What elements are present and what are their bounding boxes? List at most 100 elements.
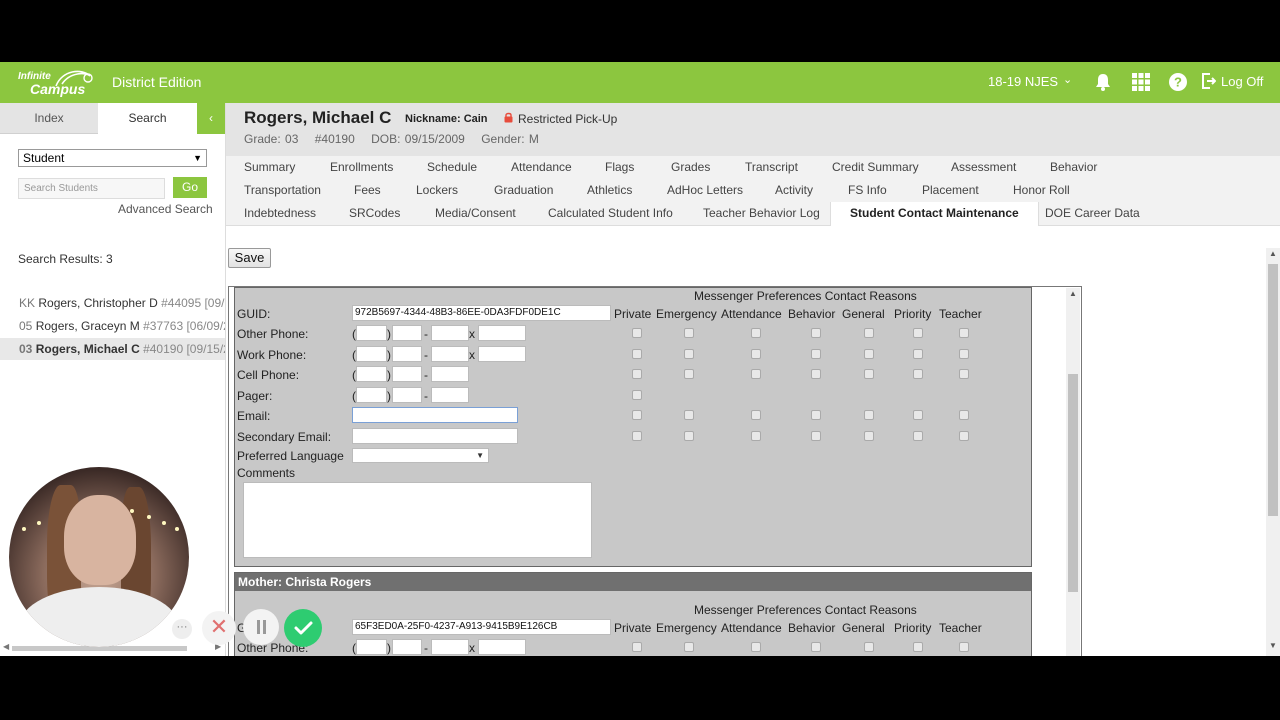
contact-reason-checkbox[interactable]	[864, 431, 874, 441]
bell-icon[interactable]	[1093, 72, 1113, 92]
tab-adhoc-letters[interactable]: AdHoc Letters	[667, 179, 743, 202]
tab-athletics[interactable]: Athletics	[587, 179, 632, 202]
tab-enrollments[interactable]: Enrollments	[330, 156, 393, 179]
recorder-finish-button[interactable]	[284, 609, 322, 647]
contact-reason-checkbox[interactable]	[751, 328, 761, 338]
contact-reason-checkbox[interactable]	[684, 410, 694, 420]
contact-reason-checkbox[interactable]	[751, 431, 761, 441]
contact-reason-checkbox[interactable]	[864, 642, 874, 652]
tab-fs-info[interactable]: FS Info	[848, 179, 887, 202]
tab-placement[interactable]: Placement	[922, 179, 979, 202]
tab-media-consent[interactable]: Media/Consent	[435, 202, 516, 225]
work-phone-prefix-input[interactable]	[392, 346, 422, 362]
contact-reason-checkbox[interactable]	[632, 431, 642, 441]
scroll-up-icon[interactable]: ▲	[1269, 249, 1277, 258]
contact-reason-checkbox[interactable]	[864, 410, 874, 420]
contact-reason-checkbox[interactable]	[684, 349, 694, 359]
tab-search[interactable]: Search	[98, 103, 197, 135]
tab-transcript[interactable]: Transcript	[745, 156, 798, 179]
advanced-search-link[interactable]: Advanced Search	[118, 202, 213, 216]
contact-reason-checkbox[interactable]	[864, 328, 874, 338]
tab-activity[interactable]: Activity	[775, 179, 813, 202]
tab-calculated-student-info[interactable]: Calculated Student Info	[548, 202, 673, 225]
tab-index[interactable]: Index	[0, 103, 98, 134]
go-button[interactable]: Go	[173, 177, 207, 198]
tab-fees[interactable]: Fees	[354, 179, 381, 202]
scrollbar-thumb[interactable]	[1068, 374, 1078, 592]
search-type-select[interactable]: Student ▼	[18, 149, 207, 167]
contact-reason-checkbox[interactable]	[959, 642, 969, 652]
contact-reason-checkbox[interactable]	[959, 328, 969, 338]
page-scrollbar[interactable]: ▲ ▼	[1266, 248, 1280, 656]
email-field[interactable]	[352, 407, 518, 423]
guid-field[interactable]: 972B5697-4344-48B3-86EE-0DA3FDF0DE1C	[352, 305, 611, 321]
cell-phone-line-input[interactable]	[431, 366, 469, 382]
scroll-up-icon[interactable]: ▲	[1069, 289, 1077, 298]
preferred-language-select[interactable]: ▼	[352, 448, 489, 463]
school-year-selector[interactable]: 18-19 NJES	[988, 74, 1058, 89]
contact-reason-checkbox[interactable]	[632, 410, 642, 420]
tab-behavior[interactable]: Behavior	[1050, 156, 1097, 179]
contact-reason-checkbox[interactable]	[632, 349, 642, 359]
tab-srcodes[interactable]: SRCodes	[349, 202, 400, 225]
tab-grades[interactable]: Grades	[671, 156, 710, 179]
contact-reason-checkbox[interactable]	[959, 431, 969, 441]
contact-reason-checkbox[interactable]	[913, 328, 923, 338]
tab-transportation[interactable]: Transportation	[244, 179, 321, 202]
scroll-down-icon[interactable]: ▼	[1269, 641, 1277, 650]
help-icon[interactable]: ?	[1168, 72, 1188, 92]
contact-reason-checkbox[interactable]	[684, 642, 694, 652]
other-phone-prefix-input[interactable]	[392, 639, 422, 655]
collapse-sidebar-button[interactable]: ‹	[197, 103, 225, 134]
contact-reason-checkbox[interactable]	[913, 369, 923, 379]
tab-attendance[interactable]: Attendance	[511, 156, 572, 179]
tab-flags[interactable]: Flags	[605, 156, 634, 179]
contact-reason-checkbox[interactable]	[811, 369, 821, 379]
search-students-input[interactable]: Search Students	[18, 178, 165, 199]
contact-reason-checkbox[interactable]	[632, 390, 642, 400]
other-phone-line-input[interactable]	[431, 325, 469, 341]
tab-summary[interactable]: Summary	[244, 156, 295, 179]
search-result-item-selected[interactable]: 03 Rogers, Michael C #40190 [09/15/20	[0, 338, 225, 360]
contact-reason-checkbox[interactable]	[913, 642, 923, 652]
contact-reason-checkbox[interactable]	[751, 349, 761, 359]
tab-assessment[interactable]: Assessment	[951, 156, 1016, 179]
panel-scrollbar[interactable]: ▲	[1066, 288, 1080, 656]
apps-grid-icon[interactable]	[1131, 72, 1151, 92]
other-phone-prefix-input[interactable]	[392, 325, 422, 341]
infinite-campus-logo[interactable]: Infinite Campus	[18, 68, 94, 98]
contact-reason-checkbox[interactable]	[959, 369, 969, 379]
recorder-menu-button[interactable]: ···	[172, 619, 192, 639]
tab-honor-roll[interactable]: Honor Roll	[1013, 179, 1070, 202]
tab-teacher-behavior-log[interactable]: Teacher Behavior Log	[703, 202, 820, 225]
comments-textarea[interactable]	[243, 482, 592, 558]
other-phone-ext-input[interactable]	[478, 325, 526, 341]
pager-prefix-input[interactable]	[392, 387, 422, 403]
contact-reason-checkbox[interactable]	[751, 410, 761, 420]
contact-reason-checkbox[interactable]	[913, 431, 923, 441]
contact-reason-checkbox[interactable]	[684, 431, 694, 441]
search-result-item[interactable]: 05 Rogers, Graceyn M #37763 [06/09/20	[0, 315, 225, 337]
secondary-email-field[interactable]	[352, 428, 518, 444]
work-phone-area-input[interactable]	[356, 346, 387, 362]
contact-reason-checkbox[interactable]	[811, 410, 821, 420]
contact-reason-checkbox[interactable]	[684, 328, 694, 338]
contact-reason-checkbox[interactable]	[811, 431, 821, 441]
tab-lockers[interactable]: Lockers	[416, 179, 458, 202]
contact-reason-checkbox[interactable]	[632, 642, 642, 652]
contact-reason-checkbox[interactable]	[632, 369, 642, 379]
pager-area-input[interactable]	[356, 387, 387, 403]
contact-reason-checkbox[interactable]	[913, 410, 923, 420]
work-phone-line-input[interactable]	[431, 346, 469, 362]
contact-reason-checkbox[interactable]	[751, 369, 761, 379]
other-phone-ext-input[interactable]	[478, 639, 526, 655]
chevron-down-icon[interactable]: ⌄	[1063, 73, 1072, 86]
contact-reason-checkbox[interactable]	[913, 349, 923, 359]
tab-schedule[interactable]: Schedule	[427, 156, 477, 179]
contact-reason-checkbox[interactable]	[811, 642, 821, 652]
contact-reason-checkbox[interactable]	[632, 328, 642, 338]
contact-reason-checkbox[interactable]	[864, 369, 874, 379]
tab-student-contact-maintenance[interactable]: Student Contact Maintenance	[830, 202, 1039, 226]
contact-reason-checkbox[interactable]	[811, 349, 821, 359]
other-phone-area-input[interactable]	[356, 639, 387, 655]
